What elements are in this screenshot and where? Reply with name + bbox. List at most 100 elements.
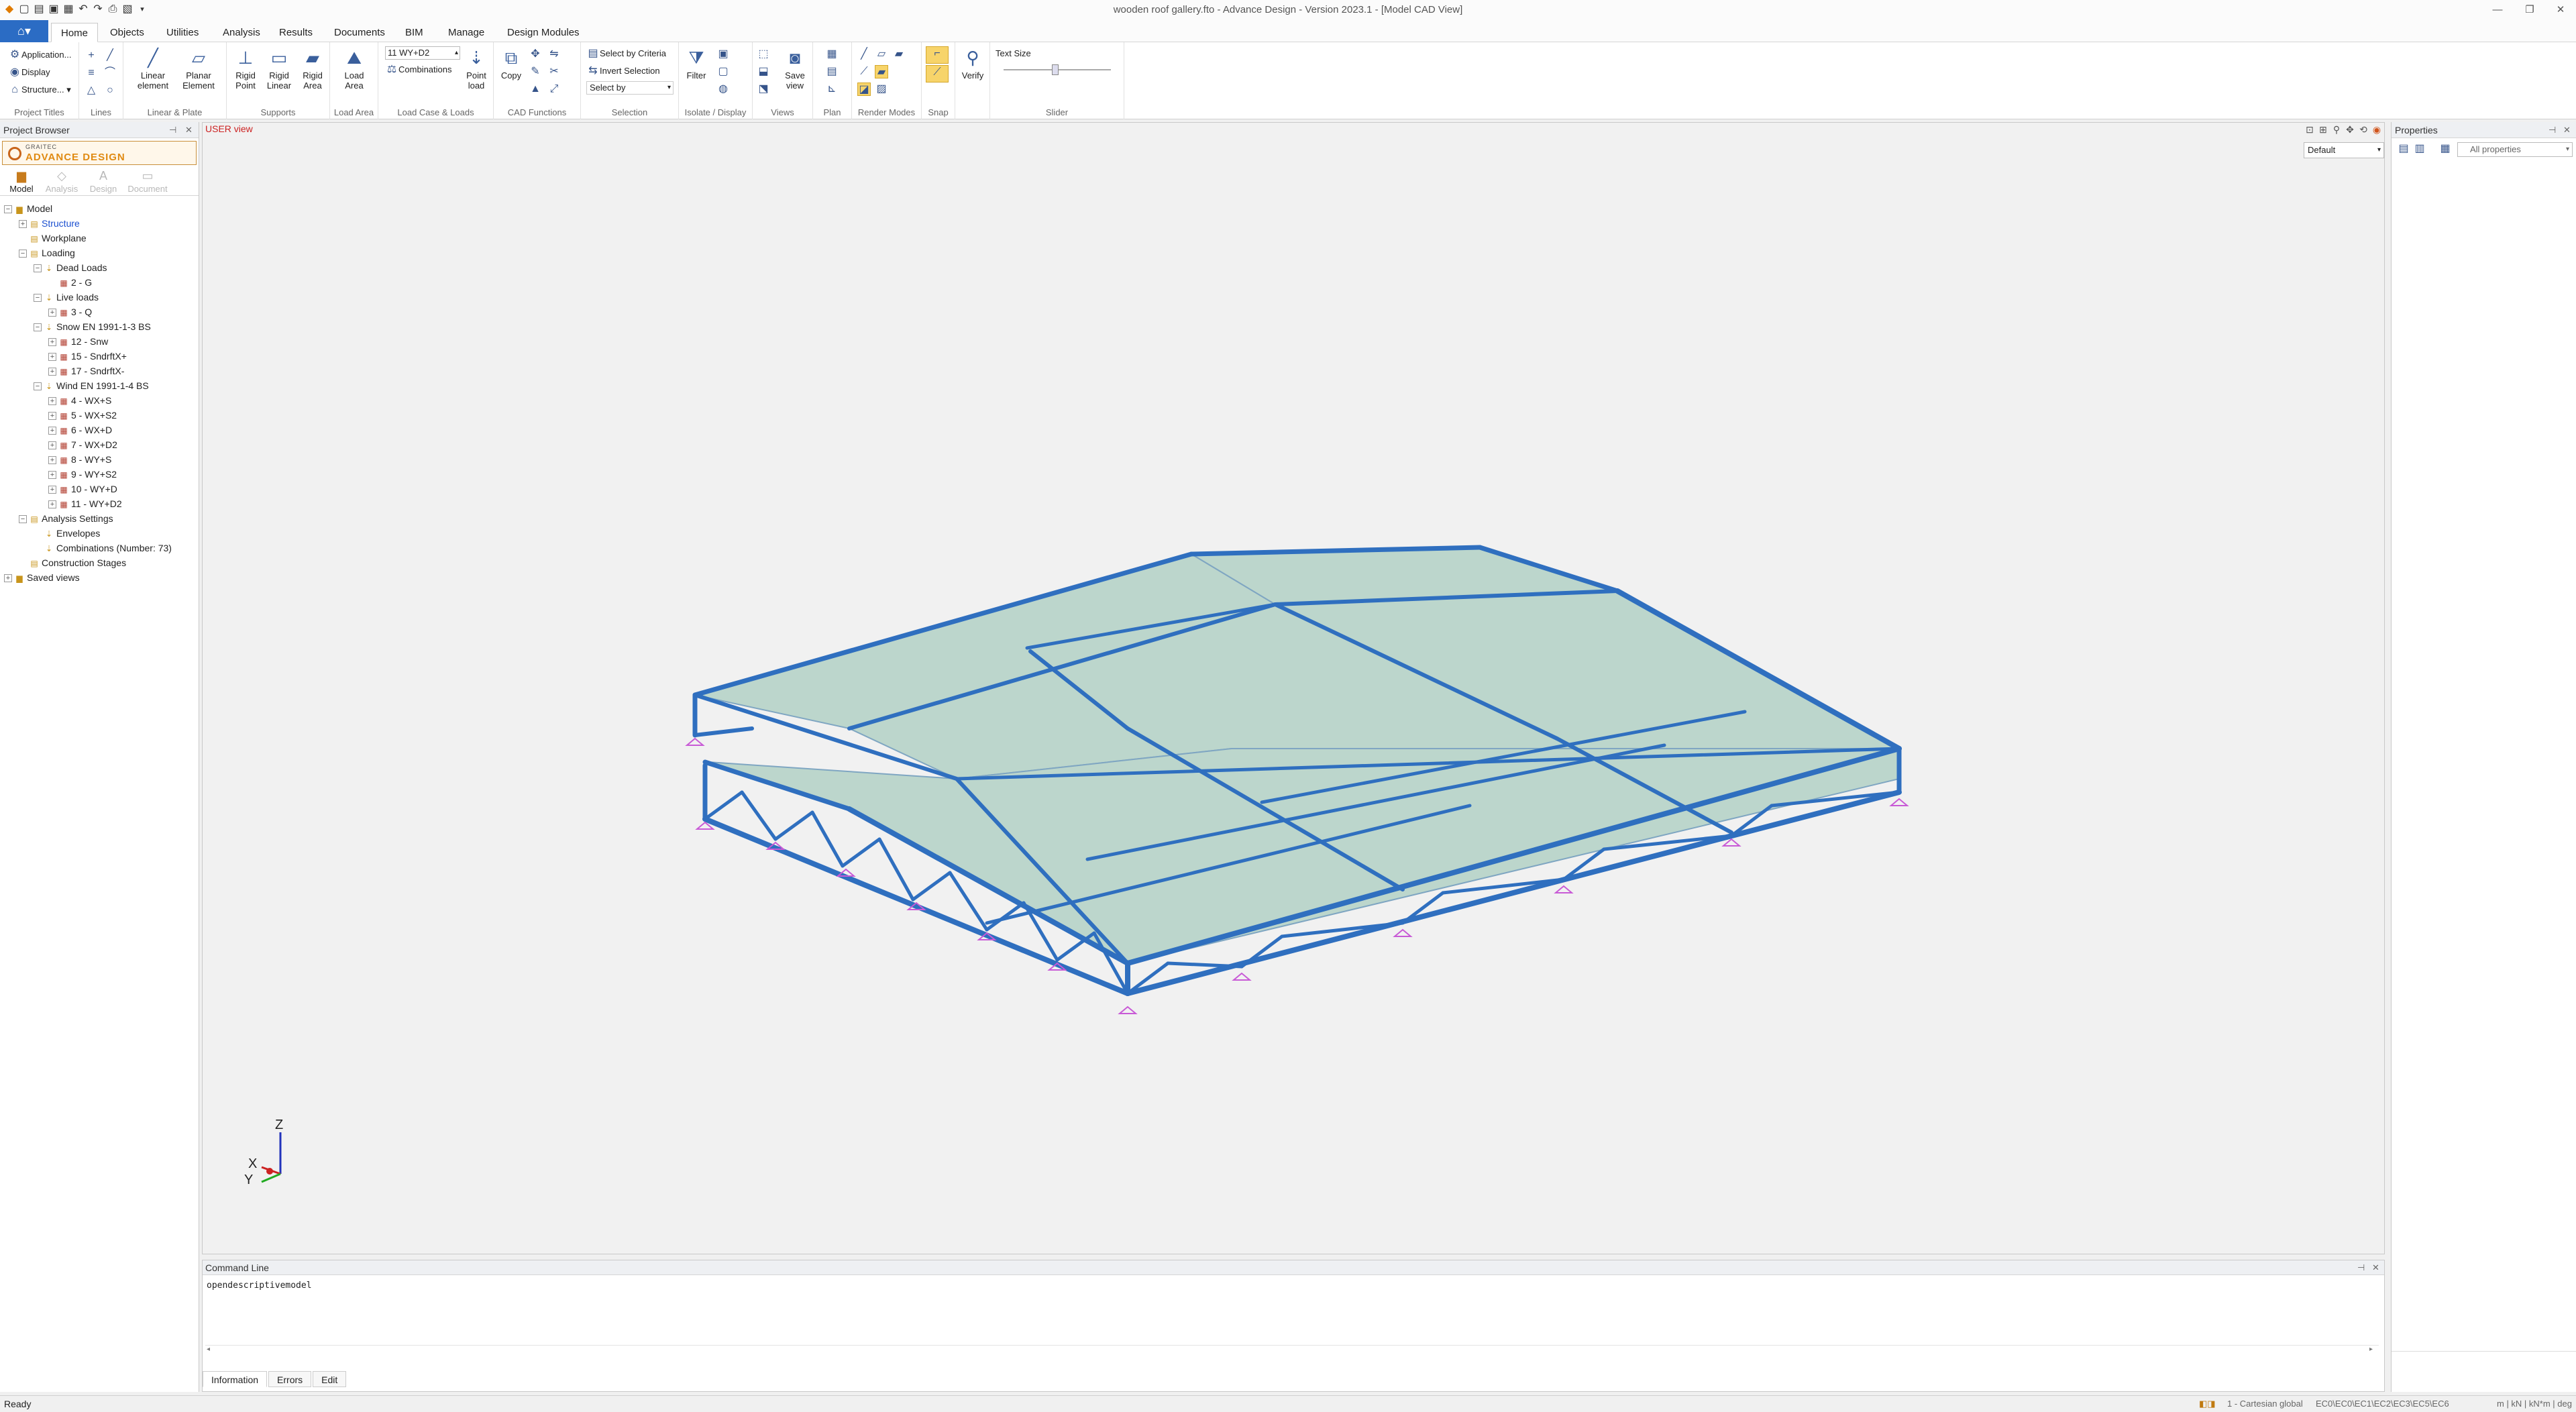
truss-diagonal[interactable]	[740, 790, 777, 841]
display-button[interactable]: ◉ Display	[8, 65, 50, 80]
tab-bim[interactable]: BIM	[396, 23, 433, 42]
isolate-icon[interactable]: ▣	[716, 48, 730, 61]
show-all-icon[interactable]: ◍	[716, 83, 730, 96]
tree-item[interactable]: ▦ 2 - G	[48, 275, 92, 290]
view-front-icon[interactable]: ⬚	[757, 48, 770, 61]
expander-icon[interactable]: +	[19, 220, 27, 229]
shaded-icon[interactable]: ▰	[892, 48, 906, 61]
expander-icon[interactable]: +	[48, 471, 56, 480]
status-coordinate-system[interactable]: 1 - Cartesian global	[2227, 1396, 2303, 1412]
tab-errors[interactable]: Errors	[268, 1371, 312, 1387]
circle-icon[interactable]: ○	[103, 84, 117, 97]
expander-icon[interactable]: −	[19, 515, 27, 524]
tree-item[interactable]: − ⇣ Dead Loads	[34, 260, 107, 275]
render-texture-icon[interactable]: ▨	[875, 83, 888, 96]
move-icon[interactable]: ✥	[529, 48, 542, 61]
mode-tab-design[interactable]: A Design	[83, 168, 123, 194]
tree-item[interactable]: + ▦ 6 - WX+D	[48, 423, 112, 437]
rigid-area-button[interactable]: ▰ Rigid Area	[297, 46, 329, 91]
copy-button[interactable]: ⧉ Copy	[498, 46, 525, 80]
scroll-left-icon[interactable]: ◂	[207, 1346, 210, 1353]
tab-home[interactable]: Home	[51, 23, 99, 42]
status-design-codes[interactable]: EC0\EC0\EC1\EC2\EC3\EC5\EC6	[2316, 1396, 2449, 1412]
plan-grid-icon[interactable]: ▦	[825, 48, 839, 61]
select-by-dropdown[interactable]: Select by ▾	[586, 81, 674, 95]
expander-icon[interactable]: −	[34, 294, 42, 303]
expander-icon[interactable]: +	[48, 412, 56, 421]
tree-item[interactable]: + ▦ 17 - SndrftX-	[48, 364, 124, 378]
expander-icon[interactable]: +	[48, 397, 56, 406]
status-snap-icon[interactable]: ◧◨	[2199, 1396, 2216, 1412]
support-symbol[interactable]	[1554, 885, 1574, 893]
save-view-button[interactable]: ◙ Save view	[780, 46, 810, 91]
tree-item[interactable]: + ▦ 9 - WY+S2	[48, 467, 117, 482]
pan-icon[interactable]: ✥	[2343, 122, 2357, 137]
truss-diagonal[interactable]	[841, 837, 881, 868]
expander-icon[interactable]: −	[19, 250, 27, 258]
tree-item[interactable]: + ▦ 5 - WX+S2	[48, 408, 117, 423]
truss-diagonal-right[interactable]	[1166, 961, 1244, 969]
tree-item[interactable]: + ▦ 11 - WY+D2	[48, 496, 122, 511]
command-hscrollbar[interactable]: ◂ ▸	[205, 1345, 2379, 1357]
plan-axis-icon[interactable]: ⊾	[825, 83, 839, 96]
combinations-button[interactable]: ⚖ Combinations	[385, 62, 452, 77]
application-menu-button[interactable]: ⌂▾	[0, 20, 48, 42]
tree-item[interactable]: ▤ Construction Stages	[19, 555, 126, 570]
restore-icon[interactable]: ❐	[2520, 3, 2540, 17]
expander-icon[interactable]: −	[34, 264, 42, 273]
tree-item[interactable]: − ⇣ Wind EN 1991-1-4 BS	[34, 378, 149, 393]
truss-diagonal-right[interactable]	[1280, 921, 1405, 938]
support-symbol[interactable]	[1889, 798, 1909, 806]
truss-diagonal[interactable]	[911, 871, 952, 902]
truss-diagonal[interactable]	[773, 810, 814, 841]
zoom-extent-icon[interactable]: ⊞	[2316, 122, 2330, 137]
tree-item[interactable]: − ▆ Model	[4, 201, 52, 216]
render-sections-icon[interactable]: ⟋	[857, 65, 871, 78]
categorized-icon[interactable]: ▤	[2397, 142, 2410, 156]
tree-item[interactable]: + ▦ 12 - Snw	[48, 334, 108, 349]
mode-tab-document[interactable]: ▭ Document	[127, 168, 168, 194]
properties-pin-icon[interactable]: ⊣	[2548, 122, 2556, 138]
tab-documents[interactable]: Documents	[325, 23, 394, 42]
expander-icon[interactable]: −	[34, 382, 42, 391]
expander-icon[interactable]: +	[48, 353, 56, 362]
panel-close-icon[interactable]: ✕	[185, 122, 193, 138]
filter-button[interactable]: ⧩ Filter	[683, 46, 710, 80]
tree-item[interactable]: ⇣ Envelopes	[34, 526, 100, 541]
tab-results[interactable]: Results	[270, 23, 322, 42]
snap-point-icon[interactable]: ⌐	[926, 46, 949, 64]
expander-icon[interactable]: +	[48, 368, 56, 376]
render-solid-icon[interactable]: ▰	[875, 65, 888, 78]
triangle-icon[interactable]: △	[85, 84, 98, 97]
tab-design-modules[interactable]: Design Modules	[498, 23, 589, 42]
structure-3d-model[interactable]	[203, 123, 2384, 1254]
status-units[interactable]: m | kN | kN*m | deg	[2497, 1396, 2572, 1412]
orbit-icon[interactable]: ⟲	[2357, 122, 2370, 137]
tree-item[interactable]: − ▤ Analysis Settings	[19, 511, 113, 526]
point-load-button[interactable]: ⇣ Point load	[462, 46, 491, 91]
extend-icon[interactable]: ⤢	[547, 83, 561, 96]
rigid-linear-button[interactable]: ▭ Rigid Linear	[263, 46, 295, 91]
cad-viewport[interactable]	[202, 122, 2385, 1254]
zoom-icon[interactable]: ⚲	[2330, 122, 2343, 137]
arc-icon[interactable]: ⌒	[103, 66, 117, 80]
structure-button[interactable]: ⌂ Structure... ▾	[8, 83, 71, 97]
scroll-right-icon[interactable]: ▸	[2369, 1346, 2373, 1353]
minimize-icon[interactable]: —	[2487, 3, 2508, 17]
truss-diagonal[interactable]	[703, 790, 744, 821]
planar-element-button[interactable]: ▱ Planar Element	[177, 46, 220, 91]
view-iso-icon[interactable]: ⬔	[757, 83, 770, 96]
render-view-icon[interactable]: ◉	[2370, 122, 2383, 137]
mode-tab-analysis[interactable]: ◇ Analysis	[42, 168, 82, 194]
zoom-window-icon[interactable]: ⊡	[2303, 122, 2316, 137]
property-pages-icon[interactable]: ▦	[2438, 142, 2452, 156]
tree-item[interactable]: − ⇣ Snow EN 1991-1-3 BS	[34, 319, 151, 334]
tree-item[interactable]: + ▦ 8 - WY+S	[48, 452, 111, 467]
select-by-criteria-button[interactable]: ▤ Select by Criteria	[586, 46, 666, 61]
tab-edit[interactable]: Edit	[313, 1371, 347, 1387]
pin-icon[interactable]: ⊣	[169, 122, 176, 138]
expander-icon[interactable]: +	[48, 427, 56, 435]
render-color-icon[interactable]: ◪	[857, 83, 871, 96]
tab-utilities[interactable]: Utilities	[157, 23, 208, 42]
bottom-chord-left-rear[interactable]	[693, 726, 754, 737]
